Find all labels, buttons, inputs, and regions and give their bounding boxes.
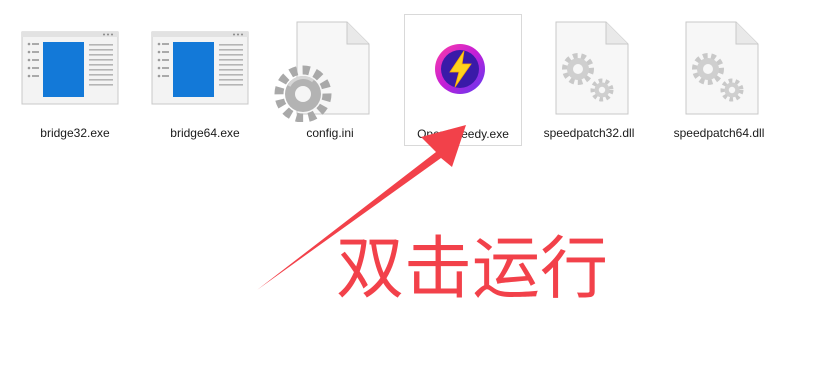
annotation-callout-text: 双击运行 bbox=[336, 230, 609, 309]
red-arrow-icon bbox=[257, 125, 466, 290]
